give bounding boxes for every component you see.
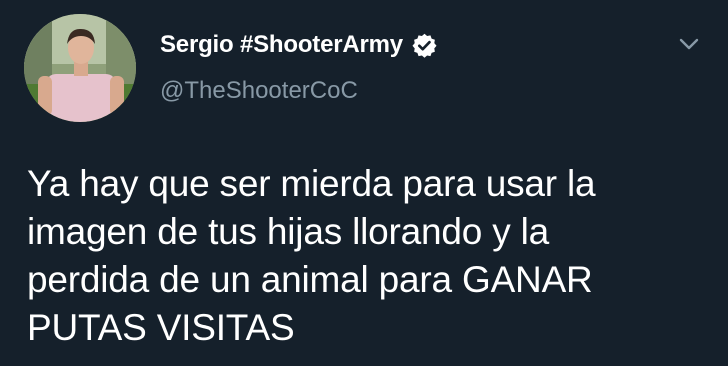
tweet-text-line: Ya hay que ser mierda para usar la xyxy=(27,163,596,204)
author-name-row: Sergio #ShooterArmy xyxy=(160,30,438,60)
verified-badge-icon xyxy=(411,32,438,59)
chevron-down-icon[interactable] xyxy=(676,34,702,54)
tweet-card: Sergio #ShooterArmy @TheShooterCoC Ya ha… xyxy=(0,0,728,366)
avatar[interactable] xyxy=(24,14,136,122)
tweet-text: Ya hay que ser mierda para usar la image… xyxy=(27,160,717,352)
tweet-text-line: PUTAS VISITAS xyxy=(27,307,295,348)
author-display-name[interactable]: Sergio #ShooterArmy xyxy=(160,30,403,60)
tweet-text-line: imagen de tus hijas llorando y la xyxy=(27,211,549,252)
tweet-text-line: perdida de un animal para GANAR xyxy=(27,259,593,300)
author-handle[interactable]: @TheShooterCoC xyxy=(160,76,358,106)
